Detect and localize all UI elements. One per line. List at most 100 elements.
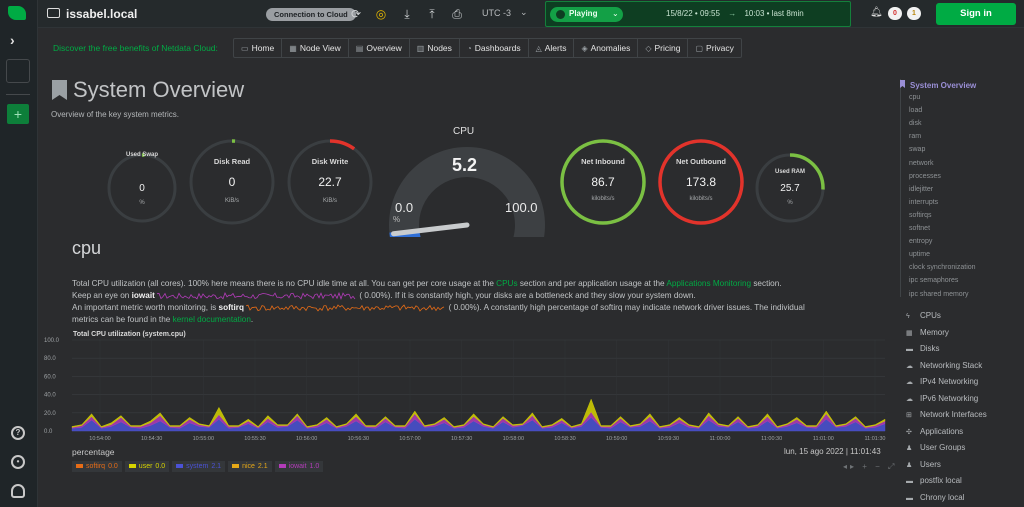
toc-item-clock-synchronization[interactable]: clock synchronization (909, 264, 976, 271)
gauge-title: Disk Read (213, 157, 251, 166)
connect-to-cloud-button[interactable]: Connection to Cloud (266, 8, 356, 21)
add-space-button[interactable]: + (7, 104, 29, 124)
toc-section-users[interactable]: ♟ Users (906, 460, 941, 469)
cpu-description-line3: An important metric worth monitoring, is… (72, 303, 887, 313)
toc-item-ipc-shared-memory[interactable]: ipc shared memory (909, 291, 969, 298)
bell-icon[interactable]: 🔔︎ (870, 7, 883, 18)
toc-section-networking-stack[interactable]: ☁ Networking Stack (906, 361, 982, 370)
space-selector[interactable] (6, 59, 30, 83)
refresh-icon[interactable]: ⟳ (348, 6, 364, 22)
time-control[interactable]: Playing ⌄ 15/8/22 • 09:55 → 10:03 • last… (545, 1, 851, 27)
chevron-right-icon[interactable]: › (10, 32, 15, 48)
toc-item-softirqs[interactable]: softirqs (909, 212, 932, 219)
toc-item-ipc-semaphores[interactable]: ipc semaphores (909, 277, 958, 284)
y-tick-label: 0.0 (44, 429, 53, 435)
nav-alerts[interactable]: ◬ Alerts (529, 39, 575, 57)
gauge-disk-write[interactable]: Disk Write 22.7 KiB/s (285, 137, 375, 227)
nav-pricing[interactable]: ◇ Pricing (638, 39, 689, 57)
cpu-gauge-max: 100.0 (505, 200, 538, 215)
chevron-down-icon: ⌄ (612, 9, 619, 18)
toc-item-idlejitter[interactable]: idlejitter (909, 186, 933, 193)
gauge-value: 0 (139, 183, 145, 194)
toc-item-entropy[interactable]: entropy (909, 238, 932, 245)
critical-alerts-badge[interactable]: 0 (888, 7, 902, 20)
nav-anomalies[interactable]: ◈ Anomalies (574, 39, 639, 57)
toc-item-softnet[interactable]: softnet (909, 225, 930, 232)
x-tick-label: 10:54:30 (141, 436, 162, 442)
toc-item-interrupts[interactable]: interrupts (909, 199, 938, 206)
settings-icon[interactable]: • (11, 455, 25, 469)
legend-item-nice[interactable]: nice 2.1 (228, 461, 272, 472)
download-icon[interactable]: ⤓ (399, 6, 415, 22)
gauge-swap[interactable]: Used Swap 0% (105, 151, 179, 225)
server-icon (47, 8, 60, 18)
toc-section-label: Memory (920, 327, 949, 337)
gauge-net-in[interactable]: Net Inbound 86.7 kilobits/s (558, 137, 648, 227)
nav-home[interactable]: ▭ Home (234, 39, 283, 57)
gauge-unit: KiB/s (322, 198, 337, 204)
toc-section-postfix-local[interactable]: ▬ postfix local (906, 476, 962, 485)
chevron-down-icon[interactable]: ⌄ (520, 7, 528, 18)
toc-item-swap[interactable]: swap (909, 146, 925, 153)
legend-value: 2.1 (211, 463, 222, 470)
toc-section-ipv4-networking[interactable]: ☁ IPv4 Networking (906, 377, 978, 386)
kernel-documentation-link[interactable]: kernel documentation (173, 315, 251, 324)
nav-nodes[interactable]: ▥ Nodes (410, 39, 460, 57)
gauge-ram[interactable]: Used RAM 25.7% (753, 151, 827, 225)
legend-item-iowait[interactable]: iowait 1.0 (274, 461, 324, 472)
upload-icon[interactable]: ⤒ (424, 6, 440, 22)
nav-label: Anomalies (590, 43, 631, 53)
legend-item-user[interactable]: user 0.0 (124, 461, 170, 472)
bookmark-icon (900, 80, 905, 88)
gauge-value: 22.7 (318, 175, 342, 189)
toc-section-user-groups[interactable]: ♟ User Groups (906, 443, 965, 452)
warning-alerts-badge[interactable]: 1 (907, 7, 921, 20)
nav-icon: ◈ (581, 44, 588, 53)
toc-item-disk[interactable]: disk (909, 120, 921, 127)
play-toggle[interactable]: Playing ⌄ (550, 7, 623, 22)
toc-item-cpu[interactable]: cpu (909, 94, 920, 101)
toc-item-load[interactable]: load (909, 107, 922, 114)
toc-section-disks[interactable]: ▬ Disks (906, 344, 940, 353)
toc-section-applications[interactable]: ✣ Applications (906, 427, 963, 436)
applications-monitoring-link[interactable]: Applications Monitoring (666, 279, 751, 288)
legend-value: 1.0 (309, 463, 320, 470)
toc-section-cpus[interactable]: ϟ CPUs (906, 311, 941, 320)
toc-item-ram[interactable]: ram (909, 133, 921, 140)
cpu-utilization-chart[interactable]: 100.0 80.0 60.0 40.0 20.0 0.0 10:54:00 10:54:30… (40, 337, 890, 447)
toc-active-section[interactable]: System Overview (900, 80, 976, 90)
cpu-gauge[interactable] (387, 127, 547, 237)
user-icon[interactable] (11, 484, 25, 498)
toc-section-ipv6-networking[interactable]: ☁ IPv6 Networking (906, 394, 978, 403)
lightbulb-icon[interactable]: ◎ (373, 6, 389, 22)
nav-node-view[interactable]: ▦ Node View (282, 39, 349, 57)
cpus-link[interactable]: CPUs (496, 279, 517, 288)
toc-item-processes[interactable]: processes (909, 173, 941, 180)
x-tick-label: 11:00:30 (761, 436, 782, 442)
toc-item-network[interactable]: network (909, 160, 934, 167)
nav-overview[interactable]: ▤ Overview (349, 39, 410, 57)
print-icon[interactable]: ⎙ (449, 6, 465, 22)
toc-item-uptime[interactable]: uptime (909, 251, 930, 258)
toc-section-chrony-local[interactable]: ▬ Chrony local (906, 493, 964, 502)
nav-dashboards[interactable]: ◔ Dashboards (460, 39, 529, 57)
x-tick-label: 10:59:30 (658, 436, 679, 442)
toc-section-network-interfaces[interactable]: ⊞ Network Interfaces (906, 410, 987, 419)
legend-item-system[interactable]: system 2.1 (172, 461, 226, 472)
nav-privacy[interactable]: ▢ Privacy (688, 39, 740, 57)
help-icon[interactable]: ? (11, 426, 25, 440)
sign-in-button[interactable]: Sign in (936, 3, 1016, 25)
legend-name: nice (242, 463, 255, 470)
toc-section-label: IPv4 Networking (920, 377, 979, 386)
legend-value: 0.0 (155, 463, 166, 470)
gauge-net-out[interactable]: Net Outbound 173.8 kilobits/s (656, 137, 746, 227)
gauge-disk-read[interactable]: Disk Read 0 KiB/s (187, 137, 277, 227)
toc-section-label: Disks (920, 344, 940, 353)
date-range[interactable]: 15/8/22 • 09:55 → 10:03 • last 8min (666, 9, 804, 18)
toc-section-memory[interactable]: ▦ Memory (906, 328, 949, 337)
legend-item-softirq[interactable]: softirq 0.0 (72, 461, 122, 472)
timezone-selector[interactable]: UTC -3 (482, 8, 511, 18)
hostname[interactable]: issabel.local (66, 7, 137, 21)
netdata-logo-icon[interactable] (8, 6, 26, 20)
chart-controls[interactable]: ◂▸ + − ⤢ (843, 462, 897, 472)
